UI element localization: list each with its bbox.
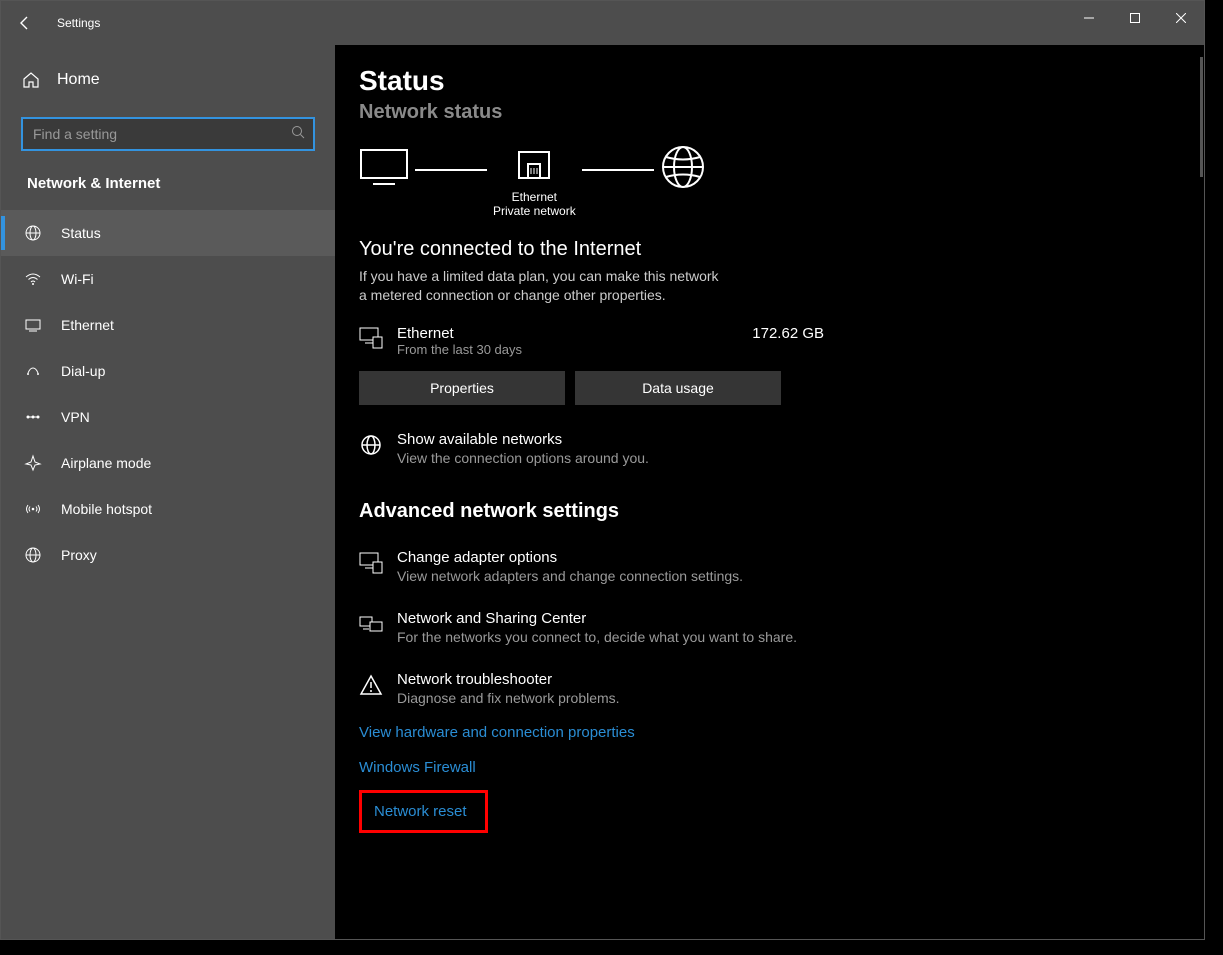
home-icon [21,70,41,90]
search-input[interactable] [21,117,315,151]
sidebar-item-ethernet[interactable]: Ethernet [1,302,335,348]
data-usage-button[interactable]: Data usage [575,371,781,405]
maximize-button[interactable] [1112,1,1158,35]
sidebar-item-vpn[interactable]: VPN [1,394,335,440]
connection-status: You're connected to the Internet [359,238,1204,261]
sidebar-item-hotspot[interactable]: Mobile hotspot [1,486,335,532]
scrollbar[interactable] [1198,45,1204,939]
globe-icon [23,223,43,243]
nav-label: Wi-Fi [61,271,94,287]
settings-window: Settings Home Network & Internet [0,0,1205,940]
airplane-icon [23,453,43,473]
adapter-icon [359,551,383,575]
nav-label: VPN [61,409,90,425]
usage-period: From the last 30 days [397,342,522,357]
network-troubleshooter[interactable]: Network troubleshooter Diagnose and fix … [359,671,919,706]
nav-label: Ethernet [61,317,114,333]
adapter-title: Change adapter options [397,549,743,566]
page-title: Status [359,65,1204,97]
minimize-button[interactable] [1066,1,1112,35]
connection-desc: If you have a limited data plan, you can… [359,267,729,305]
sidebar: Home Network & Internet Status Wi-Fi [1,45,335,939]
home-button[interactable]: Home [1,57,335,103]
sidebar-item-wifi[interactable]: Wi-Fi [1,256,335,302]
advanced-heading: Advanced network settings [359,500,1204,523]
troubleshoot-sub: Diagnose and fix network problems. [397,690,620,706]
close-button[interactable] [1158,1,1204,35]
usage-row: Ethernet From the last 30 days 172.62 GB [359,325,1204,357]
ethernet-icon [23,315,43,335]
diagram-internet [660,144,706,226]
network-diagram: EthernetPrivate network [359,144,1204,226]
sharing-icon [359,612,383,636]
titlebar: Settings [1,1,1204,45]
link-network-reset[interactable]: Network reset [359,790,488,833]
available-sub: View the connection options around you. [397,450,649,466]
sidebar-nav: Status Wi-Fi Ethernet Dial-up VPN [1,210,335,578]
properties-button[interactable]: Properties [359,371,565,405]
content-area: Status Network status EthernetPrivate ne… [335,45,1204,939]
proxy-icon [23,545,43,565]
usage-amount: 172.62 GB [752,325,824,342]
nav-label: Dial-up [61,363,105,379]
sidebar-item-status[interactable]: Status [1,210,335,256]
nav-label: Status [61,225,101,241]
ethernet-usage-icon [359,327,385,349]
nav-label: Airplane mode [61,455,151,471]
window-title: Settings [57,16,100,30]
network-sharing-center[interactable]: Network and Sharing Center For the netwo… [359,610,919,645]
available-title: Show available networks [397,431,649,448]
diagram-ethernet-label: Ethernet [512,190,557,204]
show-available-networks[interactable]: Show available networks View the connect… [359,431,919,466]
troubleshoot-title: Network troubleshooter [397,671,620,688]
diagram-pc [359,148,409,222]
warning-icon [359,673,383,697]
back-button[interactable] [1,1,49,45]
hotspot-icon [23,499,43,519]
globe-icon [359,433,383,457]
sharing-title: Network and Sharing Center [397,610,797,627]
usage-name: Ethernet [397,325,522,342]
home-label: Home [57,71,100,89]
vpn-icon [23,407,43,427]
sidebar-item-airplane[interactable]: Airplane mode [1,440,335,486]
dialup-icon [23,361,43,381]
link-windows-firewall[interactable]: Windows Firewall [359,759,1204,776]
adapter-sub: View network adapters and change connect… [397,568,743,584]
sidebar-item-proxy[interactable]: Proxy [1,532,335,578]
window-controls [1066,1,1204,35]
nav-label: Mobile hotspot [61,501,152,517]
link-hardware-properties[interactable]: View hardware and connection properties [359,724,1204,741]
sidebar-item-dialup[interactable]: Dial-up [1,348,335,394]
diagram-ethernet-sub: Private network [493,204,576,218]
nav-label: Proxy [61,547,97,563]
section-heading: Network & Internet [1,161,335,210]
change-adapter-options[interactable]: Change adapter options View network adap… [359,549,919,584]
sharing-sub: For the networks you connect to, decide … [397,629,797,645]
diagram-ethernet: EthernetPrivate network [493,150,576,220]
wifi-icon [23,269,43,289]
page-subtitle: Network status [359,101,1204,124]
